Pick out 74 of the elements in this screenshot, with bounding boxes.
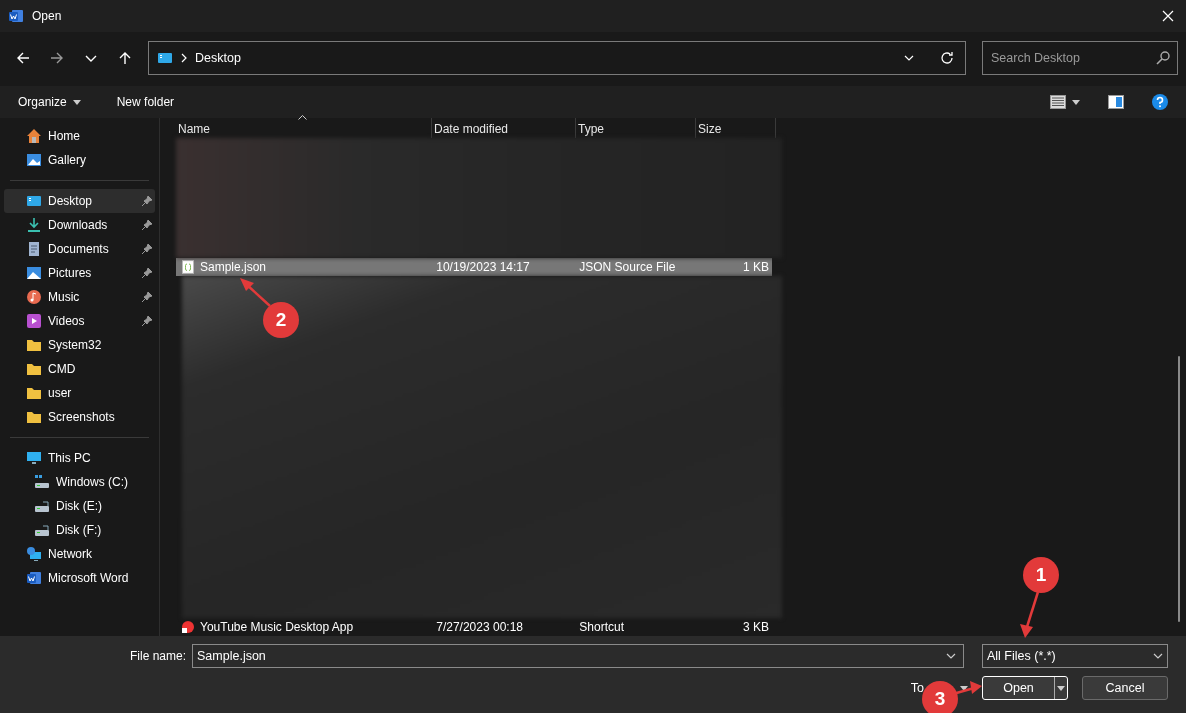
sidebar-item[interactable]: System32 bbox=[4, 333, 155, 357]
chevron-down-icon bbox=[946, 651, 956, 661]
sidebar-item[interactable]: Desktop bbox=[4, 189, 155, 213]
annotation-badge: 1 bbox=[1023, 557, 1059, 593]
field-label: File name: bbox=[130, 648, 187, 665]
chevron-down-icon bbox=[1153, 651, 1163, 661]
sidebar-item[interactable]: Microsoft Word bbox=[4, 566, 155, 590]
json-file-icon bbox=[182, 260, 194, 275]
file-row[interactable]: Sample.json 10/19/2023 14:17 JSON Source File 1 KB bbox=[176, 258, 772, 277]
file-row[interactable]: YouTube Music Desktop App 7/27/2023 00:18 Shortcut 3 KB bbox=[176, 618, 772, 636]
sidebar-item[interactable]: Disk (F:) bbox=[4, 518, 155, 542]
drive-icon bbox=[34, 498, 50, 514]
annotation-arrow bbox=[1020, 591, 1040, 638]
video-icon bbox=[26, 313, 42, 329]
breadcrumb-item[interactable]: Desktop bbox=[195, 48, 241, 68]
sidebar-item[interactable]: CMD bbox=[4, 357, 155, 381]
cancel-button[interactable]: Cancel bbox=[1082, 676, 1168, 700]
search-field[interactable]: Search Desktop bbox=[982, 41, 1178, 75]
chevron-right-icon bbox=[181, 53, 187, 63]
chevron-down-icon bbox=[904, 53, 914, 63]
document-icon bbox=[26, 241, 42, 257]
file-name-field[interactable]: Sample.json bbox=[192, 644, 964, 668]
preview-pane-icon bbox=[1108, 95, 1124, 109]
sidebar-item[interactable]: Videos bbox=[4, 309, 155, 333]
sidebar-item[interactable]: Downloads bbox=[4, 213, 155, 237]
folder-icon bbox=[26, 409, 42, 425]
folder-icon bbox=[26, 361, 42, 377]
sidebar-item[interactable]: Documents bbox=[4, 237, 155, 261]
music-icon bbox=[26, 289, 42, 305]
word-icon bbox=[26, 570, 42, 586]
sidebar-item[interactable]: Screenshots bbox=[4, 405, 155, 429]
list-view-icon bbox=[1050, 95, 1066, 109]
drive-icon bbox=[34, 522, 50, 538]
sidebar-item[interactable]: Music bbox=[4, 285, 155, 309]
shortcut-icon bbox=[182, 620, 194, 634]
desktop-icon bbox=[157, 50, 173, 66]
organize-button[interactable]: Organize bbox=[10, 91, 89, 113]
split-caret-icon bbox=[1054, 677, 1067, 699]
sidebar-item[interactable]: Gallery bbox=[4, 148, 155, 172]
file-type-dropdown[interactable]: All Files (*.*) bbox=[982, 644, 1168, 668]
address-bar[interactable]: Desktop bbox=[148, 41, 966, 75]
gallery-icon bbox=[26, 152, 42, 168]
sidebar-item[interactable]: Network bbox=[4, 542, 155, 566]
open-button[interactable]: Open bbox=[982, 676, 1068, 700]
sidebar-item[interactable]: Windows (C:) bbox=[4, 470, 155, 494]
back-arrow-icon bbox=[16, 51, 30, 65]
sidebar-item[interactable]: Disk (E:) bbox=[4, 494, 155, 518]
monitor-icon bbox=[26, 450, 42, 466]
folder-icon bbox=[26, 337, 42, 353]
drive-icon bbox=[34, 474, 50, 490]
close-icon bbox=[1162, 10, 1174, 22]
sidebar-item[interactable]: Home bbox=[4, 124, 155, 148]
annotation-arrow bbox=[240, 278, 271, 307]
new-folder-button[interactable]: New folder bbox=[108, 91, 183, 113]
desktop-icon bbox=[26, 193, 42, 209]
globe-monitor-icon bbox=[26, 546, 42, 562]
folder-icon bbox=[26, 385, 42, 401]
help-icon bbox=[1152, 94, 1168, 110]
refresh-icon bbox=[940, 51, 954, 66]
window-title: Open bbox=[32, 8, 62, 25]
caret-icon bbox=[1072, 99, 1080, 105]
search-icon bbox=[1156, 51, 1170, 65]
sidebar-item[interactable]: Pictures bbox=[4, 261, 155, 285]
sidebar-item[interactable]: user bbox=[4, 381, 155, 405]
caret-icon bbox=[72, 99, 81, 105]
up-arrow-icon bbox=[118, 51, 132, 65]
sidebar-item[interactable]: This PC bbox=[4, 446, 155, 470]
caret-icon bbox=[960, 685, 968, 691]
forward-arrow-icon bbox=[50, 51, 64, 65]
download-icon bbox=[26, 217, 42, 233]
home-icon bbox=[26, 128, 42, 144]
word-icon bbox=[8, 8, 24, 24]
picture-icon bbox=[26, 265, 42, 281]
scrollbar[interactable] bbox=[1178, 356, 1180, 622]
